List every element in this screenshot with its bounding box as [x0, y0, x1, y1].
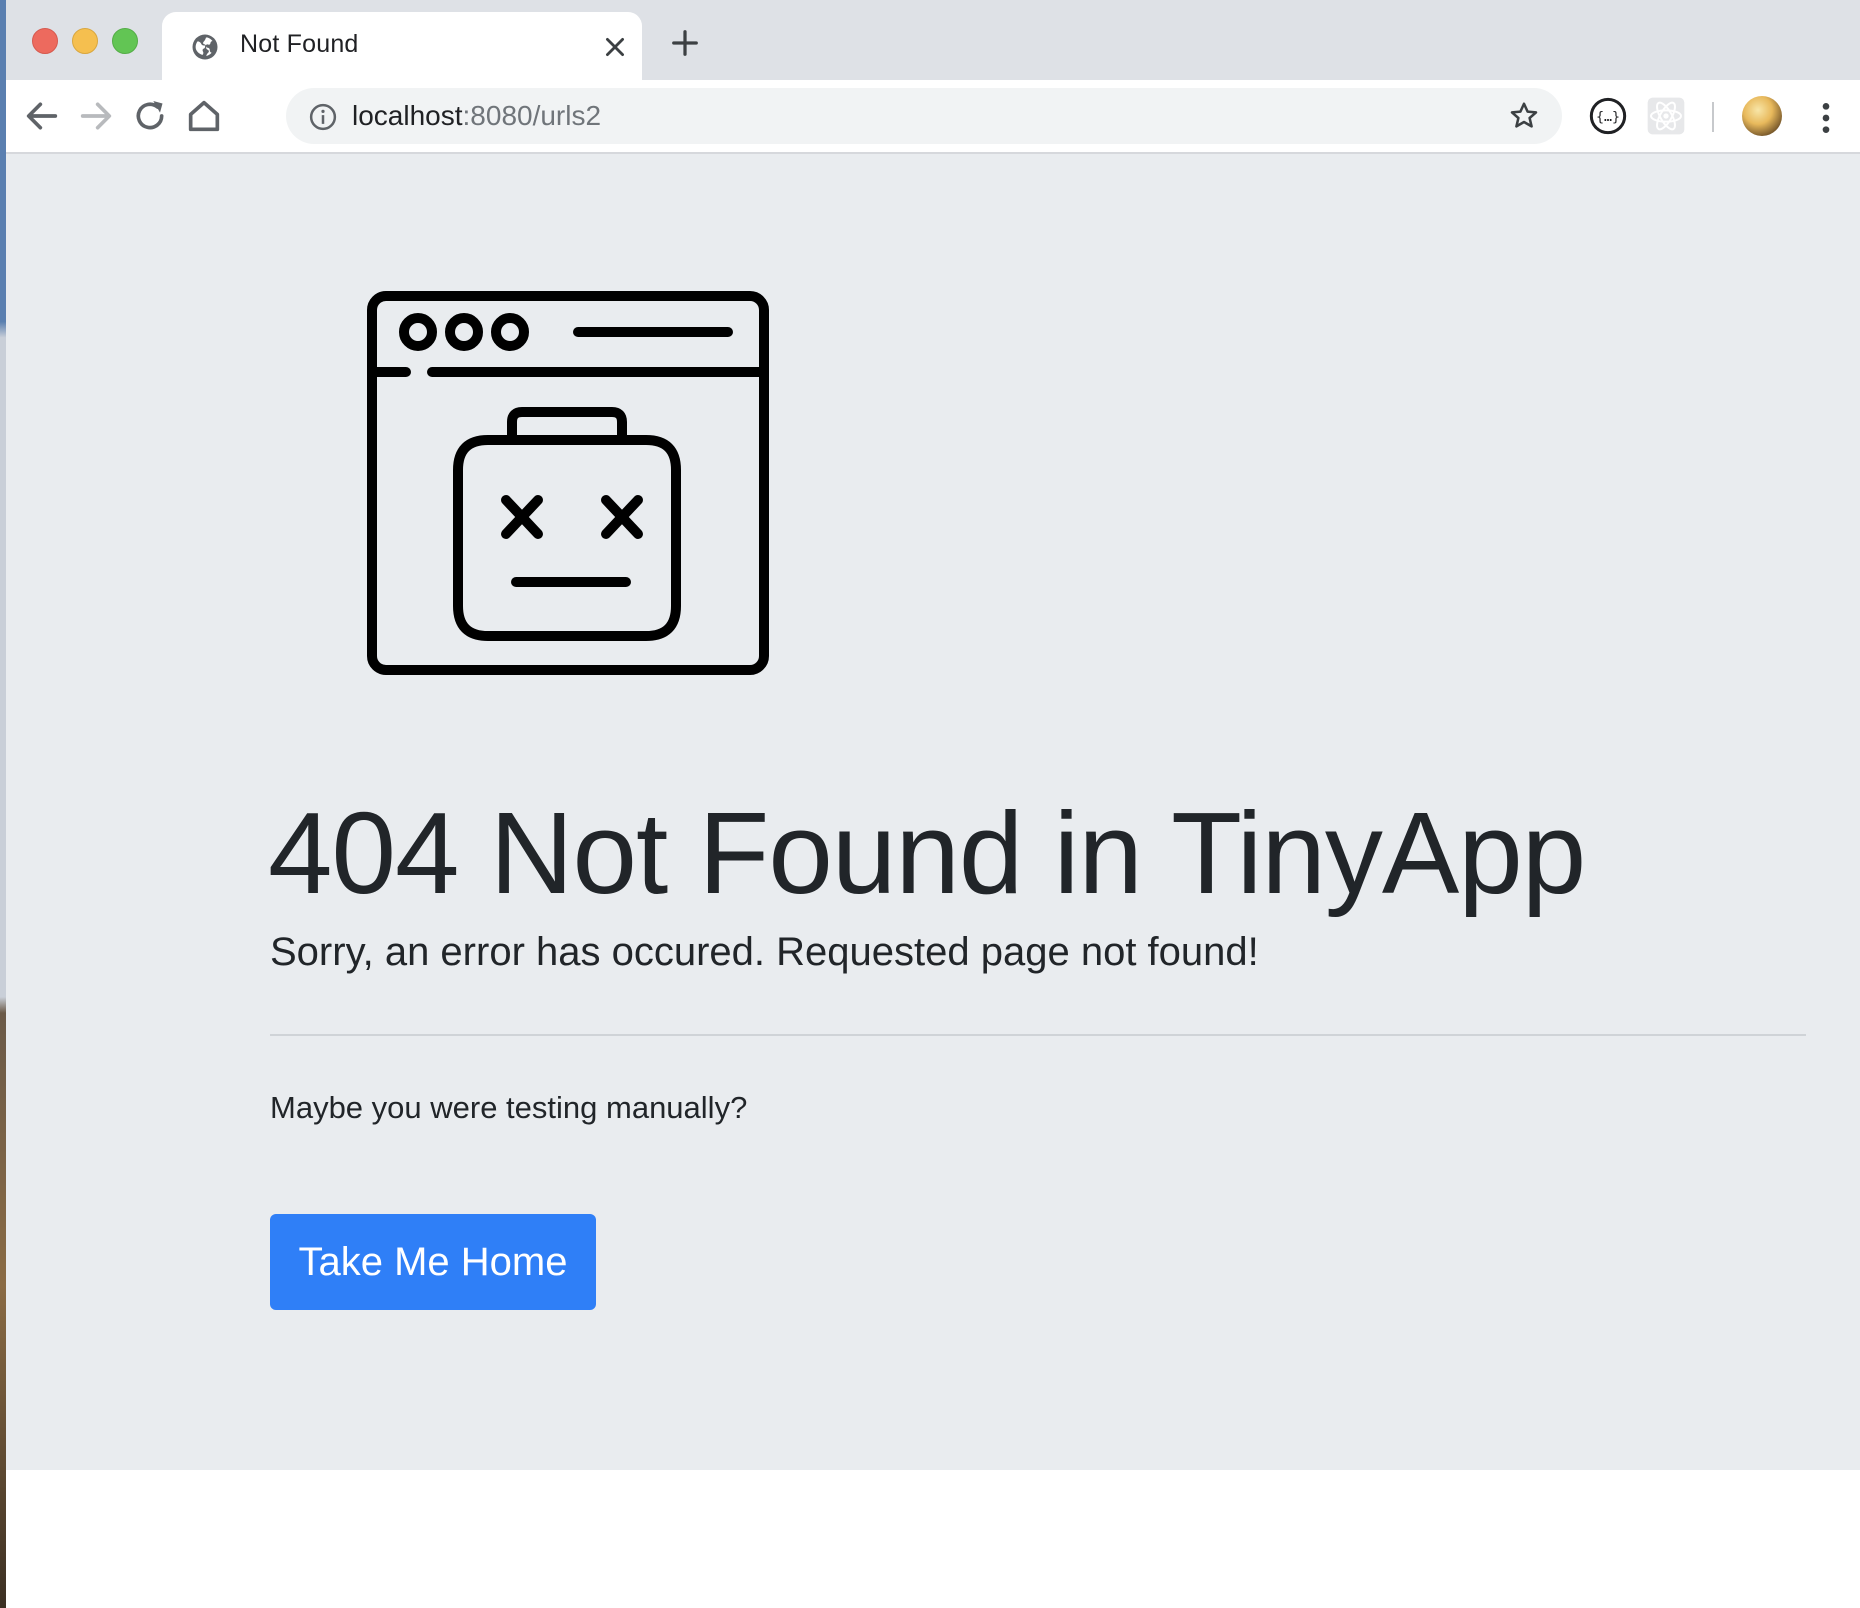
tab-title: Not Found — [240, 30, 359, 58]
home-icon[interactable] — [184, 96, 224, 136]
json-extension-icon[interactable]: {…} — [1588, 96, 1628, 136]
toolbar-divider — [1712, 102, 1714, 132]
globe-icon — [192, 34, 218, 60]
more-vert-icon[interactable] — [1806, 98, 1846, 138]
forward-arrow-icon[interactable] — [76, 96, 116, 136]
tab-not-found[interactable]: Not Found — [162, 12, 642, 80]
react-devtools-icon[interactable] — [1646, 96, 1686, 136]
browser-toolbar: localhost:8080/urls2 {…} — [6, 80, 1860, 154]
close-window-button[interactable] — [32, 28, 58, 54]
url-path: :8080/urls2 — [462, 100, 602, 131]
address-bar[interactable]: localhost:8080/urls2 — [286, 88, 1562, 144]
page-jumbotron: 404 Not Found in TinyApp Sorry, an error… — [6, 154, 1860, 1470]
minimize-window-button[interactable] — [72, 28, 98, 54]
divider — [270, 1034, 1806, 1036]
error-lead-text: Sorry, an error has occured. Requested p… — [270, 930, 1259, 974]
url-host: localhost — [352, 100, 463, 131]
star-icon[interactable] — [1508, 100, 1540, 132]
back-arrow-icon[interactable] — [22, 96, 62, 136]
info-icon[interactable] — [308, 102, 338, 132]
plus-icon[interactable] — [670, 28, 700, 58]
svg-text:{…}: {…} — [1596, 110, 1620, 125]
take-me-home-button[interactable]: Take Me Home — [270, 1214, 596, 1310]
maximize-window-button[interactable] — [112, 28, 138, 54]
close-tab-icon[interactable] — [602, 34, 628, 60]
page-title: 404 Not Found in TinyApp — [268, 788, 1586, 918]
browser-window: Not Found localhost:8080/urls2 {…} 404 N… — [6, 0, 1860, 1608]
url-text[interactable]: localhost:8080/urls2 — [352, 100, 601, 132]
avatar[interactable] — [1742, 96, 1782, 136]
reload-icon[interactable] — [130, 96, 170, 136]
tab-strip: Not Found — [6, 0, 1860, 80]
page-footer-area — [6, 1470, 1860, 1608]
broken-browser-window-icon — [367, 291, 769, 675]
hint-text: Maybe you were testing manually? — [270, 1090, 748, 1125]
